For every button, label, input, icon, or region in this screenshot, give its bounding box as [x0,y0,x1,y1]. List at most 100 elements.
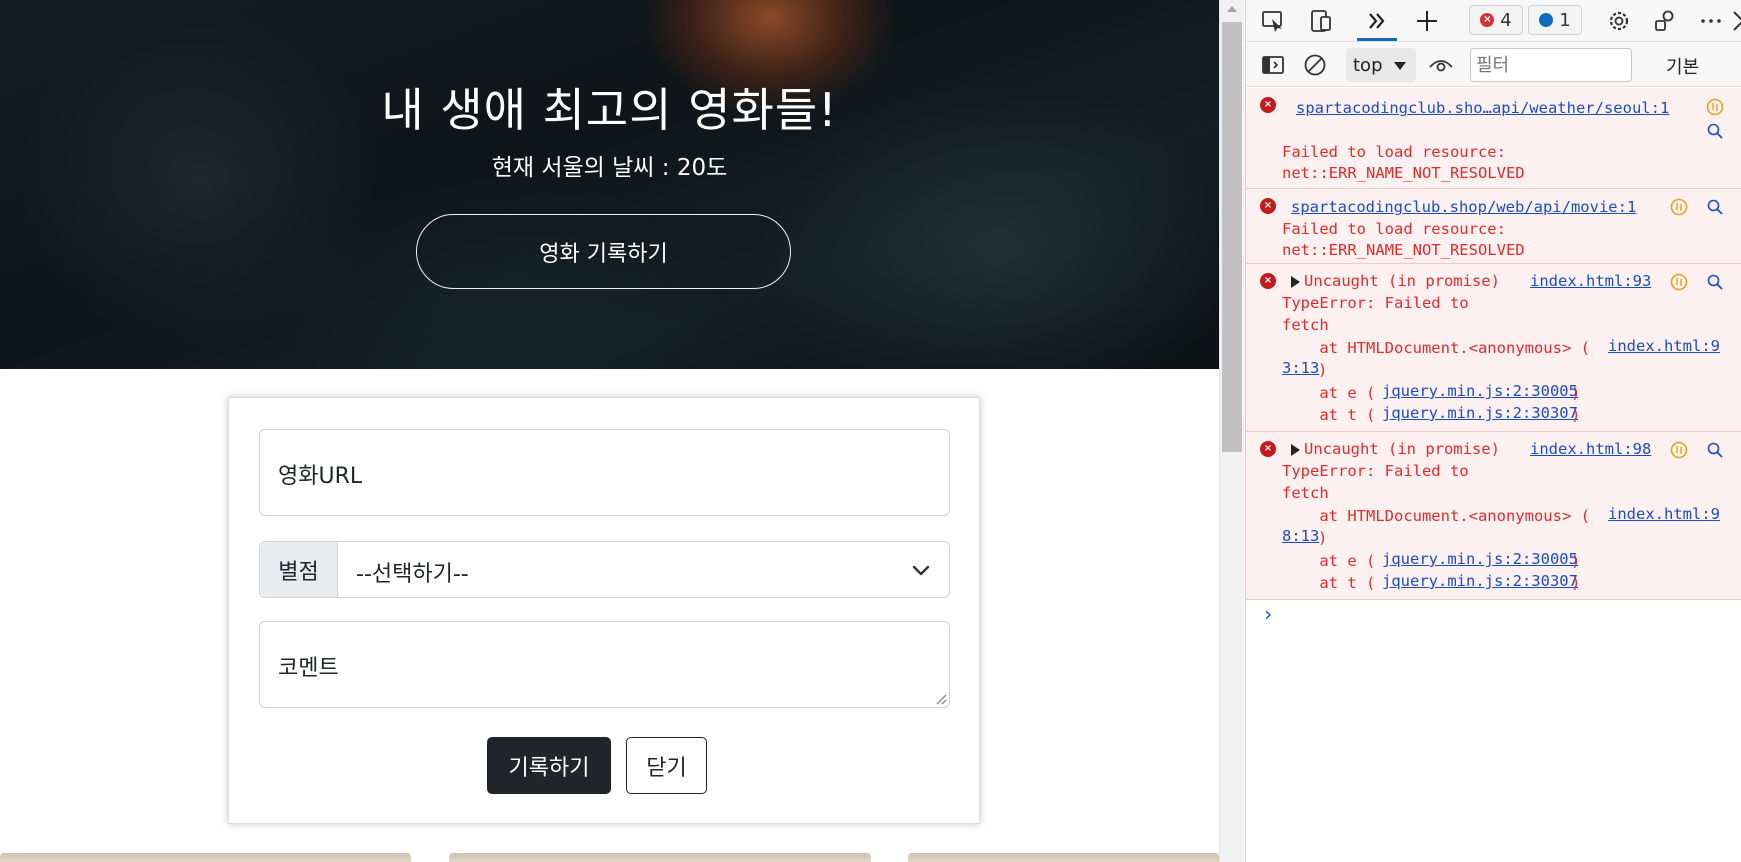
customize-icon[interactable] [1652,8,1678,34]
star-rating-group: 별점 --선택하기-- [259,541,950,598]
more-options-icon[interactable] [1698,8,1724,34]
console-error-entry: × spartacodingclub.sho…api/weather/seoul… [1246,88,1741,189]
comment-textarea[interactable]: 코멘트 [259,621,950,708]
close-paren: ) [1571,574,1581,592]
stack-frame-link[interactable]: index.html:9 [1608,505,1720,523]
settings-gear-icon[interactable] [1606,8,1632,34]
stack-frame-prefix: at e ( [1282,384,1376,402]
movie-card-preview[interactable] [449,853,871,862]
stack-frame-link[interactable]: jquery.min.js:2:30307 [1382,404,1578,422]
stack-frame-link[interactable]: 3:13 [1282,359,1319,377]
console-filter-input[interactable] [1470,48,1632,82]
stack-frame-link[interactable]: jquery.min.js:2:30005 [1382,382,1578,400]
message-count: 1 [1559,9,1571,31]
movie-url-input[interactable]: 영화URL [259,429,950,516]
console-output: × spartacodingclub.sho…api/weather/seoul… [1246,88,1741,862]
uncaught-label: Uncaught (in promise) [1304,272,1500,290]
error-count-badge[interactable]: × 4 [1469,5,1523,35]
close-button[interactable]: 닫기 [626,737,707,794]
active-tab-indicator [1357,38,1397,41]
console-prompt[interactable]: › [1262,602,1274,626]
search-icon[interactable] [1706,273,1724,291]
hero-overlay [0,0,1219,369]
console-filter-bar: top 기본 [1246,43,1741,87]
devtools-toolbar: × 4 1 [1246,0,1741,42]
uncaught-label: Uncaught (in promise) [1304,440,1500,458]
movie-form-card: 영화URL 별점 --선택하기-- 코멘트 기록하기 닫기 [228,397,980,824]
error-icon: × [1260,198,1276,214]
network-issue-icon[interactable] [1706,98,1724,116]
error-message-line: TypeError: Failed to [1282,462,1469,480]
source-link[interactable]: index.html:93 [1530,272,1651,290]
scroll-up-arrow-icon[interactable] [1227,6,1237,12]
close-paren: ) [1571,552,1581,570]
clear-console-icon[interactable] [1302,52,1328,78]
stack-frame-prefix: at t ( [1282,406,1376,424]
save-button[interactable]: 기록하기 [487,737,611,794]
console-error-entry: × spartacodingclub.shop/web/api/movie:1 … [1246,189,1741,264]
scrollbar-thumb[interactable] [1222,22,1242,452]
network-issue-icon[interactable] [1670,273,1688,291]
close-paren: ) [1318,361,1328,379]
star-label: 별점 [260,542,338,597]
movie-url-placeholder: 영화URL [278,464,363,489]
error-message-line: net::ERR_NAME_NOT_RESOLVED [1282,164,1525,182]
console-error-entry: × Uncaught (in promise) index.html:98 Ty… [1246,432,1741,600]
source-link[interactable]: spartacodingclub.sho…api/weather/seoul:1 [1296,99,1669,117]
stack-frame-link[interactable]: jquery.min.js:2:30005 [1382,550,1578,568]
stack-frame-prefix: at HTMLDocument.<anonymous> ( [1282,507,1590,525]
console-error-entry: × Uncaught (in promise) index.html:93 Ty… [1246,264,1741,432]
eye-icon[interactable] [1428,52,1454,78]
stack-frame-prefix: at HTMLDocument.<anonymous> ( [1282,339,1590,357]
sidebar-toggle-icon[interactable] [1260,52,1286,78]
weather-text: 현재 서울의 날씨 : 20도 [491,155,728,181]
error-message-line: TypeError: Failed to [1282,294,1469,312]
search-icon[interactable] [1706,122,1724,140]
error-message-line: fetch [1282,316,1329,334]
error-count: 4 [1500,9,1512,31]
network-issue-icon[interactable] [1670,198,1688,216]
expand-triangle-icon[interactable] [1291,276,1300,288]
error-icon: × [1480,13,1495,27]
device-emulation-icon[interactable] [1308,8,1334,34]
network-issue-icon[interactable] [1670,441,1688,459]
expand-triangle-icon[interactable] [1291,444,1300,456]
close-devtools-icon[interactable] [1730,8,1741,34]
context-select[interactable]: top [1346,48,1416,82]
more-tabs-icon[interactable] [1364,8,1390,34]
inspect-element-icon[interactable] [1260,8,1286,34]
movie-card-preview[interactable] [908,853,1219,862]
movie-card-preview[interactable] [0,853,411,862]
error-message-line: fetch [1282,484,1329,502]
record-movie-button[interactable]: 영화 기록하기 [416,214,791,289]
add-tab-icon[interactable] [1414,8,1440,34]
star-selected-value: --선택하기-- [356,562,469,587]
source-link[interactable]: index.html:98 [1530,440,1651,458]
caret-down-icon [1394,62,1406,70]
context-value: top [1353,55,1383,76]
chevron-down-icon [912,565,930,576]
message-count-badge[interactable]: 1 [1528,5,1582,35]
search-icon[interactable] [1706,198,1724,216]
error-icon: × [1260,441,1276,457]
error-icon: × [1260,273,1276,289]
search-icon[interactable] [1706,441,1724,459]
stack-frame-prefix: at e ( [1282,552,1376,570]
source-link[interactable]: spartacodingclub.shop/web/api/movie:1 [1291,198,1636,216]
error-icon: × [1260,97,1276,113]
page-viewport: 내 생애 최고의 영화들! 현재 서울의 날씨 : 20도 영화 기록하기 영화… [0,0,1219,862]
resize-grip-icon[interactable] [935,693,947,705]
hero-banner: 내 생애 최고의 영화들! 현재 서울의 날씨 : 20도 영화 기록하기 [0,0,1219,369]
comment-placeholder: 코멘트 [278,656,339,681]
page-scrollbar[interactable] [1219,0,1244,862]
stack-frame-link[interactable]: 8:13 [1282,527,1319,545]
error-message-line: Failed to load resource: [1282,220,1506,238]
hero-title: 내 생애 최고의 영화들! [381,83,838,137]
stack-frame-link[interactable]: jquery.min.js:2:30307 [1382,572,1578,590]
devtools-panel: × 4 1 top 필터 기본 × spartacodingclub.sho…a… [1245,0,1741,862]
stack-frame-prefix: at t ( [1282,574,1376,592]
close-paren: ) [1571,406,1581,424]
star-rating-select[interactable]: --선택하기-- [338,542,949,597]
log-levels-dropdown[interactable]: 기본 [1666,53,1699,79]
stack-frame-link[interactable]: index.html:9 [1608,337,1720,355]
